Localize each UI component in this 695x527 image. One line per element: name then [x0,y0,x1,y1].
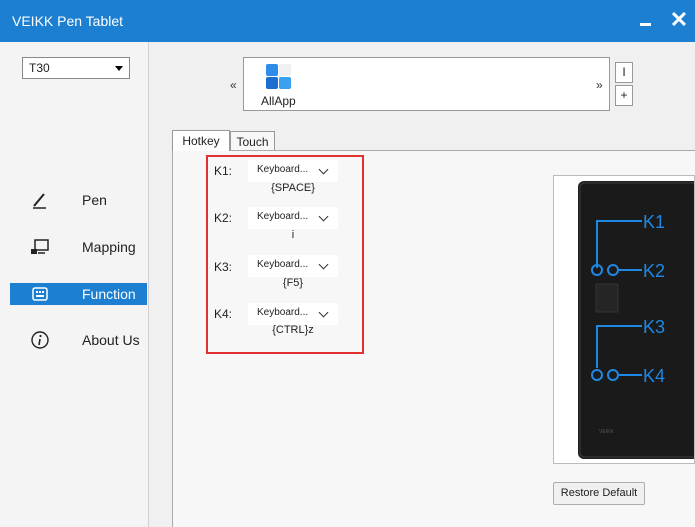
hotkey-action-value: Keyboard... [257,259,309,270]
sidebar-item-label: Pen [82,192,107,208]
tablet-key-label: K2 [643,261,665,281]
hotkey-label: K1: [214,164,233,178]
app-name: AllApp [261,94,296,108]
close-icon: ✕ [669,7,689,32]
sidebar-item-label: About Us [82,332,140,348]
remove-app-button[interactable]: I [615,62,633,83]
sidebar-item-mapping[interactable]: Mapping [10,236,147,258]
tablet-key-label: K3 [643,317,665,337]
sidebar-item-label: Mapping [82,239,136,255]
device-select[interactable]: T30 [22,57,130,79]
tablet-brand-text: VEIKK [599,429,614,435]
tab-hotkey[interactable]: Hotkey [172,130,230,151]
keyboard-icon [32,287,48,301]
hotkey-action-value: Keyboard... [257,211,309,222]
window-title: VEIKK Pen Tablet [12,13,124,29]
chevron-down-icon [318,211,329,222]
dropdown-arrow-icon [115,66,123,71]
hotkey-value: i [291,229,295,241]
tablet-key-label: K4 [643,366,665,386]
sidebar-item-label: Function [82,286,136,302]
minimize-button[interactable] [636,9,656,31]
tab-touch[interactable]: Touch [230,131,275,151]
chevron-down-icon [318,164,329,175]
hotkey-action-select[interactable]: Keyboard... [248,303,338,325]
scroll-left-icon[interactable]: « [230,78,237,92]
tab-label: Hotkey [182,134,220,148]
chevron-down-icon [318,307,329,318]
scroll-right-icon[interactable]: » [596,78,603,92]
minimize-icon [640,23,651,26]
monitor-icon [31,239,49,254]
pen-icon [33,193,46,209]
sidebar-item-pen[interactable]: Pen [10,189,147,211]
tablet-diagram: K1 K2 K3 K4 VEIKK [578,181,694,459]
hotkey-action-select[interactable]: Keyboard... [248,160,338,182]
restore-default-button[interactable]: Restore Default [553,482,645,505]
app-selector-bar: « AllApp » [230,57,610,111]
device-select-value: T30 [29,61,50,75]
tablet-key-label: K1 [643,212,665,232]
hotkey-action-select[interactable]: Keyboard... [248,207,338,229]
title-bar: VEIKK Pen Tablet ✕ [0,0,695,42]
remove-app-label: I [622,65,626,79]
sidebar-item-function[interactable]: Function [10,283,147,305]
hotkey-value: {F5} [282,277,304,289]
add-app-button[interactable]: + [615,85,633,106]
hotkey-value: {CTRL}z [272,324,314,336]
hotkey-label: K3: [214,260,233,274]
chevron-down-icon [318,259,329,270]
tablet-image: K1 K2 K3 K4 VEIKK [553,175,695,464]
restore-default-label: Restore Default [560,487,638,499]
sidebar-item-about-us[interactable]: About Us [10,329,147,351]
hotkey-label: K4: [214,307,233,321]
app-item-allapp[interactable]: AllApp [261,62,304,110]
hotkey-label: K2: [214,211,233,225]
info-icon [31,331,49,349]
hotkey-action-value: Keyboard... [257,164,309,175]
hotkey-action-select[interactable]: Keyboard... [248,255,338,277]
close-button[interactable]: ✕ [666,6,692,34]
hotkey-value: {SPACE} [271,182,315,194]
tab-label: Touch [236,135,269,149]
add-app-label: + [620,88,628,102]
hotkey-action-value: Keyboard... [257,307,309,318]
